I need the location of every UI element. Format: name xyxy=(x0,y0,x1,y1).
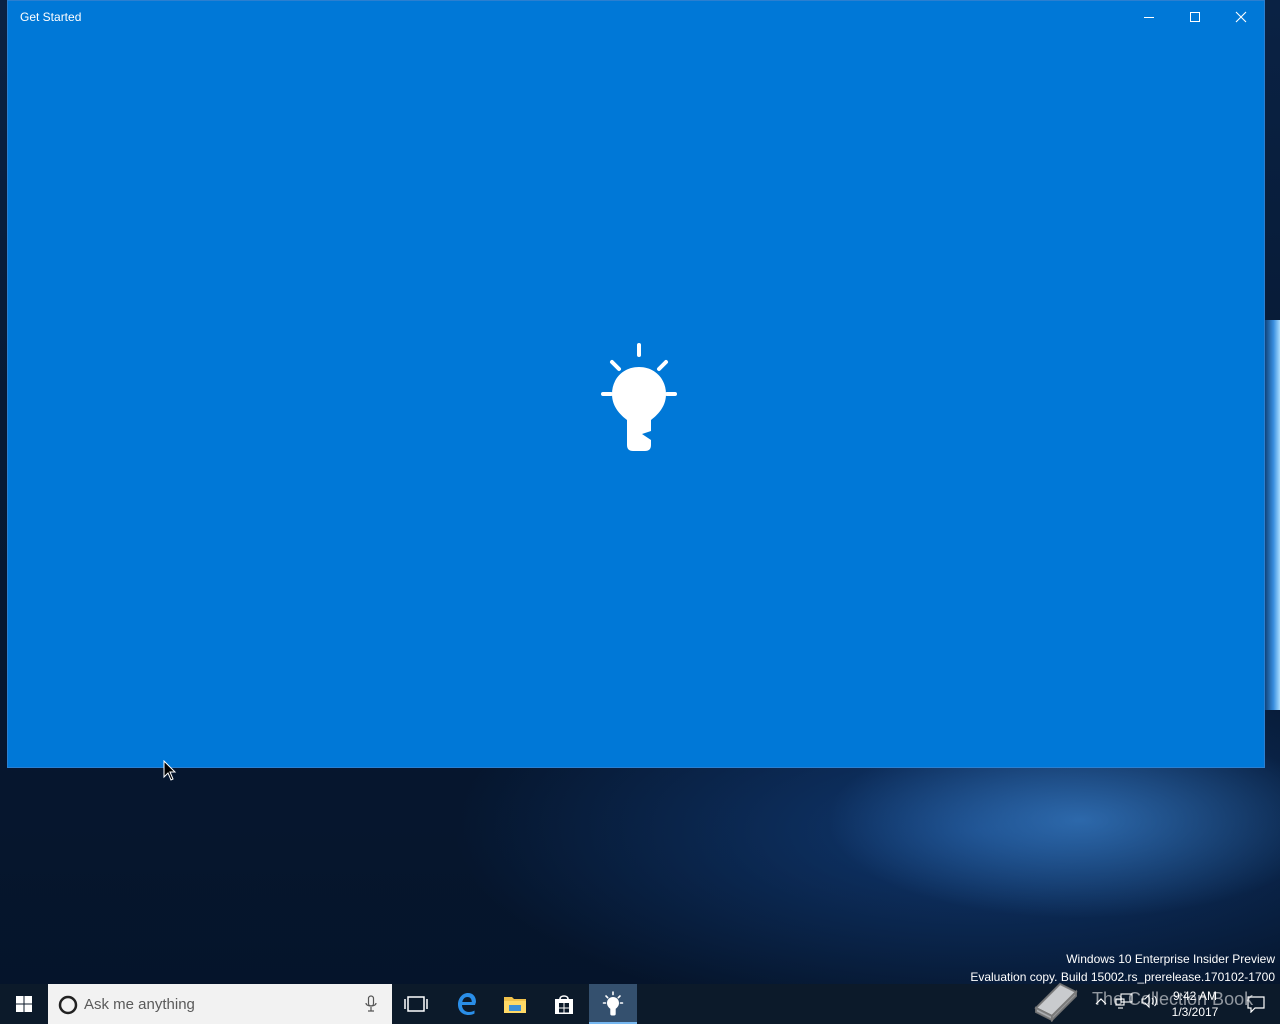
lightbulb-icon xyxy=(601,343,677,451)
title-bar[interactable]: Get Started xyxy=(8,1,1264,33)
task-view-icon xyxy=(404,996,428,1012)
action-center-button[interactable] xyxy=(1232,984,1280,1024)
maximize-icon xyxy=(1190,12,1200,22)
get-started-window[interactable]: Get Started xyxy=(7,0,1265,768)
file-explorer-button[interactable] xyxy=(491,984,539,1024)
evaluation-watermark: Windows 10 Enterprise Insider Preview Ev… xyxy=(970,950,1275,986)
book-watermark-logo xyxy=(1034,982,1078,1022)
microphone-icon[interactable] xyxy=(364,995,378,1013)
maximize-button[interactable] xyxy=(1172,1,1218,33)
taskbar: Ask me anything xyxy=(0,984,1280,1024)
get-started-taskbar-button[interactable] xyxy=(589,984,637,1024)
edge-icon xyxy=(458,993,476,1015)
taskbar-clock[interactable]: 9:42 AM 1/3/2017 xyxy=(1163,988,1227,1020)
cortana-search-box[interactable]: Ask me anything xyxy=(48,984,392,1024)
window-glow-edge xyxy=(1264,320,1280,710)
get-started-icon xyxy=(602,991,624,1016)
minimize-icon xyxy=(1144,17,1154,18)
minimize-button[interactable] xyxy=(1126,1,1172,33)
cortana-icon xyxy=(58,995,78,1015)
volume-icon[interactable] xyxy=(1141,993,1159,1009)
action-center-icon xyxy=(1247,996,1265,1013)
window-title: Get Started xyxy=(20,10,82,24)
file-explorer-icon xyxy=(504,997,526,1013)
close-icon xyxy=(1235,11,1247,23)
show-hidden-icons-icon[interactable] xyxy=(1095,995,1107,1007)
windows-logo-icon xyxy=(16,996,32,1012)
store-icon xyxy=(555,995,573,1014)
search-placeholder: Ask me anything xyxy=(84,996,195,1013)
network-icon[interactable] xyxy=(1115,993,1133,1009)
clock-date: 1/3/2017 xyxy=(1171,1005,1219,1019)
start-button[interactable] xyxy=(0,984,48,1024)
close-button[interactable] xyxy=(1218,1,1264,33)
system-tray xyxy=(1095,993,1159,1009)
clock-time: 9:42 AM xyxy=(1172,989,1218,1003)
store-button[interactable] xyxy=(540,984,588,1024)
edge-taskbar-button[interactable] xyxy=(442,984,490,1024)
watermark-edition: Windows 10 Enterprise Insider Preview xyxy=(1066,952,1275,966)
mouse-cursor-icon xyxy=(163,760,177,781)
task-view-button[interactable] xyxy=(392,984,440,1024)
